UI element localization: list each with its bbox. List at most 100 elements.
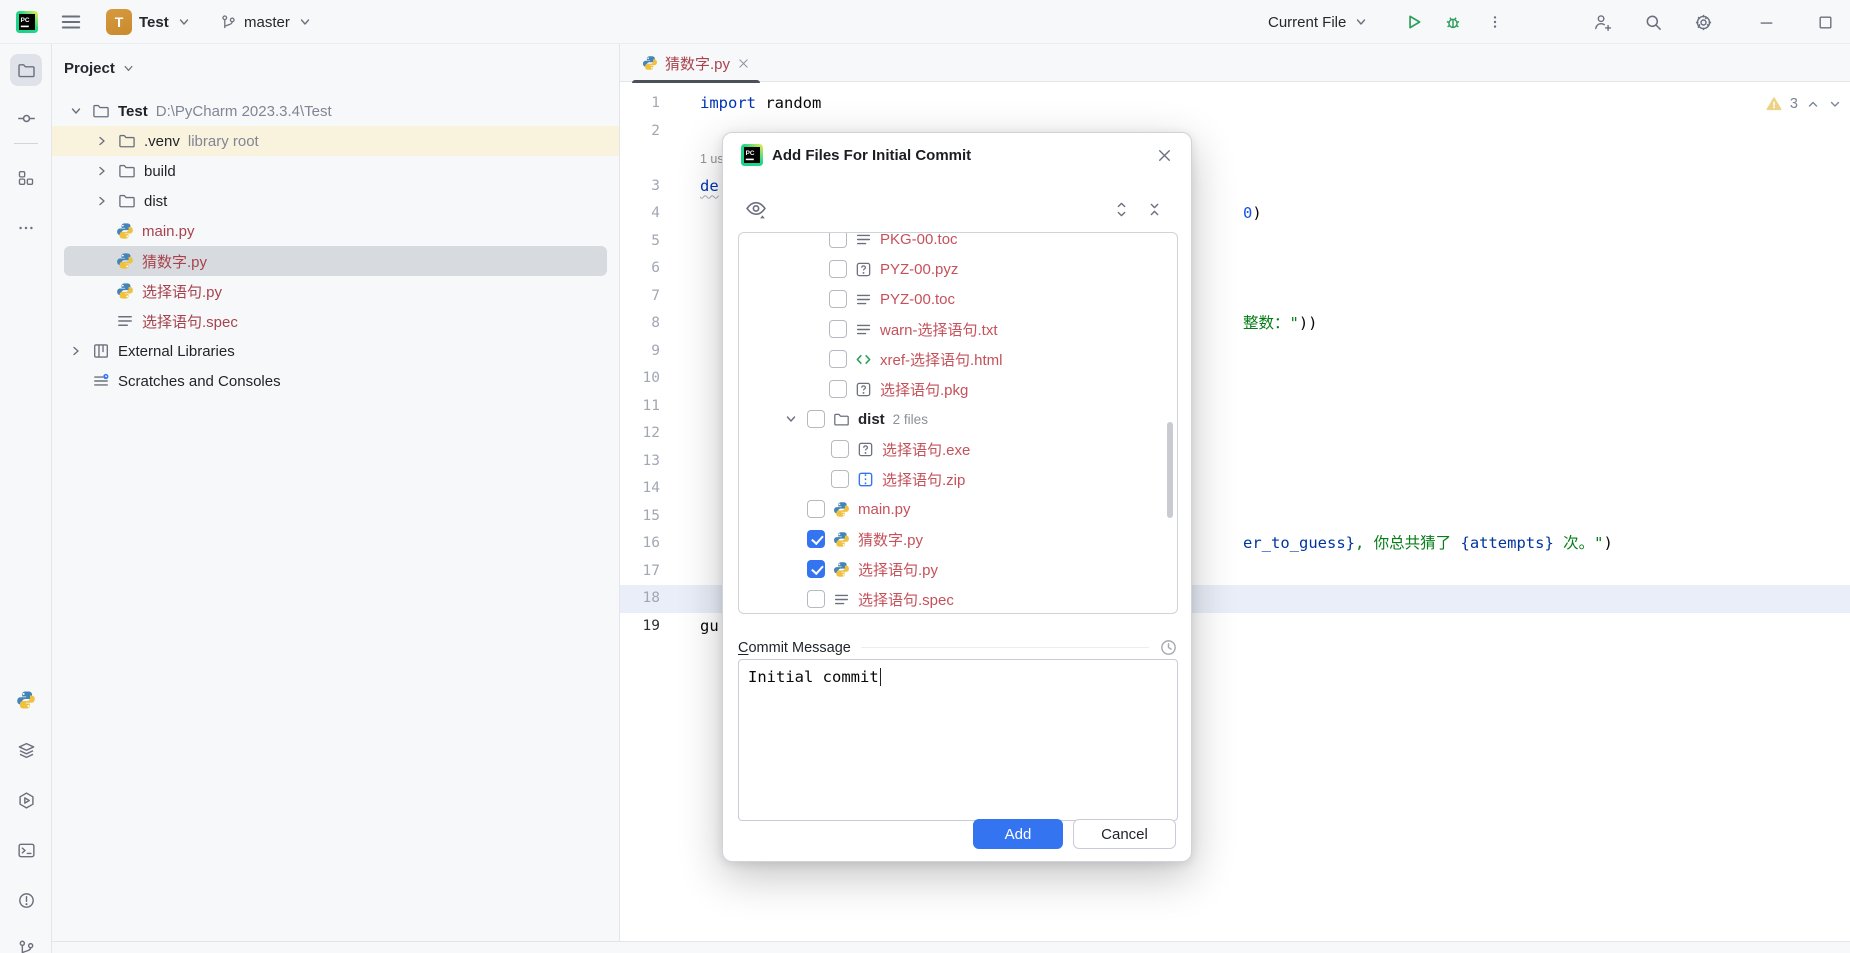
tree-item-scratches[interactable]: Scratches and Consoles (52, 366, 619, 396)
structure-icon (17, 169, 35, 187)
more-run-actions-button[interactable] (1487, 0, 1503, 44)
dialog-file-row[interactable]: 选择语句.zip (739, 464, 1177, 494)
dialog-file-row[interactable]: 猜数字.py (739, 524, 1177, 554)
checkbox[interactable] (829, 380, 847, 398)
checkbox[interactable] (807, 590, 825, 608)
python-packages-tool-button[interactable] (10, 684, 42, 716)
dialog-file-row[interactable]: 选择语句.pkg (739, 374, 1177, 404)
checkbox[interactable] (829, 320, 847, 338)
add-button[interactable]: Add (973, 819, 1063, 849)
code-fragment: er_to_guess}, 你总共猜了 {attempts} 次。") (1243, 530, 1613, 558)
expand-all-icon[interactable] (1113, 201, 1130, 218)
checkbox[interactable] (829, 233, 847, 248)
close-icon[interactable] (1156, 147, 1173, 164)
code-with-me-button[interactable] (1593, 0, 1612, 44)
commit-history-clock-icon[interactable] (1159, 638, 1178, 657)
inspections-widget[interactable]: 3 (1766, 96, 1842, 112)
dialog-file-row[interactable]: PKG-00.toc (739, 233, 1177, 254)
next-problem-chevron-down-icon[interactable] (1828, 97, 1842, 111)
commit-icon (17, 109, 36, 128)
code-token: 0 (1243, 204, 1253, 222)
dialog-file-row[interactable]: main.py (739, 494, 1177, 524)
code-line: import random (666, 90, 1850, 118)
dialog-file-row[interactable]: 选择语句.py (739, 554, 1177, 584)
project-panel-header[interactable]: Project (64, 56, 136, 80)
status-bar (52, 941, 1850, 953)
vcs-branch-widget[interactable]: master (220, 0, 313, 44)
python-file-icon (642, 55, 658, 71)
structure-tool-button[interactable] (10, 162, 42, 194)
search-everywhere-button[interactable] (1644, 0, 1663, 44)
checkbox-checked[interactable] (807, 530, 825, 548)
checkbox[interactable] (831, 470, 849, 488)
maximize-button[interactable] (1817, 0, 1834, 44)
prev-problem-chevron-up-icon[interactable] (1806, 97, 1820, 111)
version-control-tool-button[interactable] (10, 932, 42, 953)
cancel-button[interactable]: Cancel (1073, 819, 1176, 849)
checkbox[interactable] (807, 410, 825, 428)
tree-item-test-root[interactable]: Test D:\PyCharm 2023.3.4\Test (52, 96, 619, 126)
problems-tool-button[interactable] (10, 884, 42, 916)
terminal-tool-button[interactable] (10, 834, 42, 866)
view-options-eye-icon[interactable] (745, 198, 767, 220)
text-file-icon (116, 312, 134, 330)
packages-tool-button[interactable] (10, 734, 42, 766)
commit-message-text: Initial commit (748, 668, 879, 686)
tree-scrollbar[interactable] (1167, 422, 1173, 518)
tree-item-select-statement-spec[interactable]: 选择语句.spec (52, 306, 619, 336)
commit-message-input[interactable]: Initial commit (738, 659, 1178, 821)
dialog-file-row[interactable]: warn-选择语句.txt (739, 314, 1177, 344)
line-number: 10 (642, 370, 660, 386)
checkbox[interactable] (829, 290, 847, 308)
project-tool-button[interactable] (10, 54, 42, 86)
editor-tab-active[interactable]: 猜数字.py (632, 44, 761, 83)
more-tool-windows-button[interactable] (10, 212, 42, 244)
services-tool-button[interactable] (10, 784, 42, 816)
dialog-file-row[interactable]: 选择语句.exe (739, 434, 1177, 464)
collapse-all-icon[interactable] (1146, 201, 1163, 218)
tree-item-build[interactable]: build (52, 156, 619, 186)
python-file-icon (833, 501, 850, 518)
code-token: )) (1298, 314, 1318, 332)
dialog-file-row[interactable]: PYZ-00.toc (739, 284, 1177, 314)
run-icon (1405, 13, 1423, 31)
file-name: PYZ-00.toc (880, 290, 956, 308)
dialog-file-row[interactable]: 选择语句.spec (739, 584, 1177, 613)
debug-button[interactable] (1444, 0, 1462, 44)
commit-tool-button[interactable] (10, 102, 42, 134)
run-button[interactable] (1405, 0, 1423, 44)
python-file-icon (116, 282, 134, 300)
main-menu-button[interactable] (60, 0, 82, 44)
line-number: 3 (651, 177, 660, 194)
tree-item-venv[interactable]: .venv library root (52, 126, 619, 156)
code-fragment: 整数：")) (1243, 310, 1318, 338)
tree-item-select-statement-py[interactable]: 选择语句.py (52, 276, 619, 306)
close-icon[interactable] (737, 57, 750, 70)
dialog-folder-row-dist[interactable]: dist 2 files (739, 404, 1177, 434)
text-file-icon (855, 321, 872, 338)
run-configuration-selector[interactable]: Current File (1268, 0, 1369, 44)
checkbox[interactable] (829, 350, 847, 368)
terminal-icon (17, 841, 36, 860)
dialog-file-row[interactable]: xref-选择语句.html (739, 344, 1177, 374)
minimize-button[interactable] (1758, 0, 1775, 44)
tree-item-dist[interactable]: dist (52, 186, 619, 216)
checkbox[interactable] (807, 500, 825, 518)
folder-icon (92, 102, 110, 120)
line-number: 2 (651, 122, 660, 139)
checkbox[interactable] (829, 260, 847, 278)
code-token: er_to_guess} (1243, 534, 1355, 552)
tree-item-external-libraries[interactable]: External Libraries (52, 336, 619, 366)
commit-message-label: Commit Message (738, 640, 851, 656)
checkbox-checked[interactable] (807, 560, 825, 578)
tree-item-label: dist (144, 192, 168, 210)
search-icon (1644, 13, 1663, 32)
tree-item-main-py[interactable]: main.py (52, 216, 619, 246)
tree-item-guess-number-py[interactable]: 猜数字.py (64, 246, 607, 276)
dialog-file-row[interactable]: PYZ-00.pyz (739, 254, 1177, 284)
commit-label-mnemonic: C (738, 639, 749, 656)
project-tree: Test D:\PyCharm 2023.3.4\Test .venv libr… (52, 96, 619, 396)
checkbox[interactable] (831, 440, 849, 458)
project-widget[interactable]: T Test (106, 0, 192, 44)
settings-button[interactable] (1694, 0, 1713, 44)
